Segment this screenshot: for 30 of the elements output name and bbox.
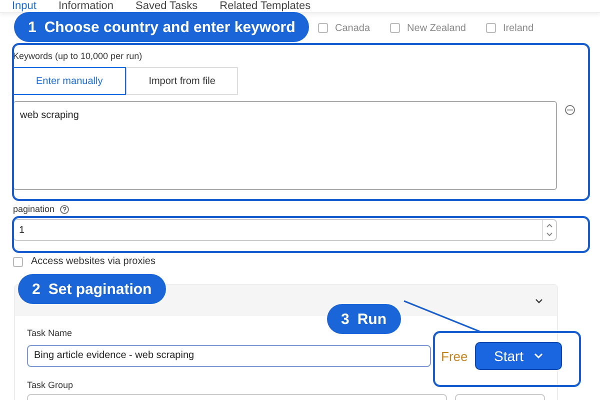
step-callout: 3 Run [327, 304, 401, 334]
country-label: Ireland [502, 22, 534, 34]
pagination-input[interactable]: 1 [13, 219, 557, 241]
checkbox[interactable] [486, 23, 496, 33]
plan-label: Free [441, 348, 469, 364]
task-name-label: Task Name [27, 328, 74, 339]
country-label: Canada [335, 22, 370, 34]
country-label: New Zealand [407, 22, 466, 34]
tab[interactable]: Input [12, 0, 36, 12]
proxies-label: Access websites via proxies [31, 256, 156, 267]
mode-tab[interactable]: Enter manually [13, 67, 126, 95]
task-group-label: Task Group [27, 380, 74, 391]
tab[interactable]: Information [58, 0, 114, 12]
checkbox[interactable] [13, 256, 23, 266]
tab[interactable]: Saved Tasks [136, 0, 198, 12]
step-callout: 2 Set pagination [18, 274, 166, 304]
help-icon[interactable] [60, 205, 69, 214]
start-button[interactable]: Start [475, 342, 562, 370]
task-name-input[interactable]: Bing article evidence - web scraping [27, 345, 431, 367]
checkbox[interactable] [318, 23, 328, 33]
keywords-label: Keywords (up to 10,000 per run) [13, 51, 144, 62]
pagination-label: pagination [13, 204, 55, 215]
keywords-textarea[interactable]: web scraping [13, 101, 557, 190]
chevron-icon[interactable] [535, 298, 543, 304]
mode-tab[interactable]: Import from file [126, 67, 238, 95]
more-icon[interactable] [565, 105, 575, 115]
step-callout: 1 Choose country and enter keyword [14, 12, 310, 42]
caret-icon[interactable] [534, 353, 543, 359]
tab[interactable]: Related Templates [220, 0, 311, 12]
checkbox[interactable] [390, 23, 400, 33]
